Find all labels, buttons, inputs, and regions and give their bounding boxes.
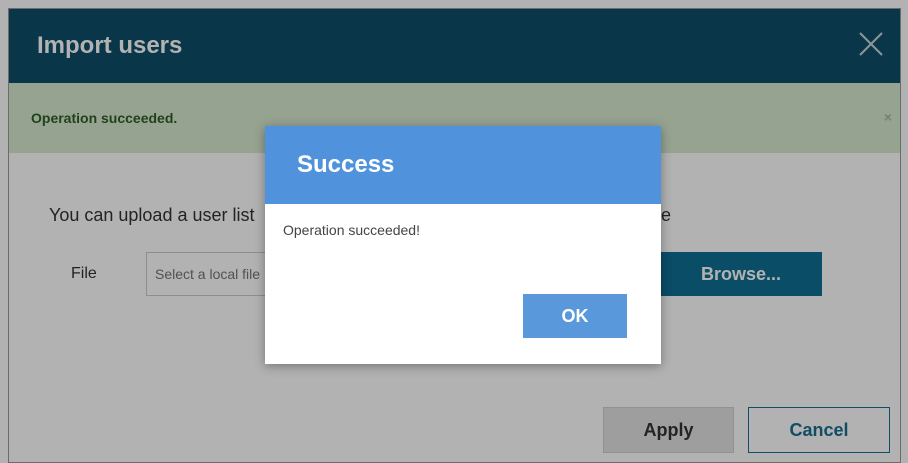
modal-header: Success <box>265 126 661 204</box>
ok-button[interactable]: OK <box>523 294 627 338</box>
modal-message: Operation succeeded! <box>283 222 420 238</box>
modal-title: Success <box>297 151 395 178</box>
success-modal: Success Operation succeeded! OK <box>265 126 661 364</box>
